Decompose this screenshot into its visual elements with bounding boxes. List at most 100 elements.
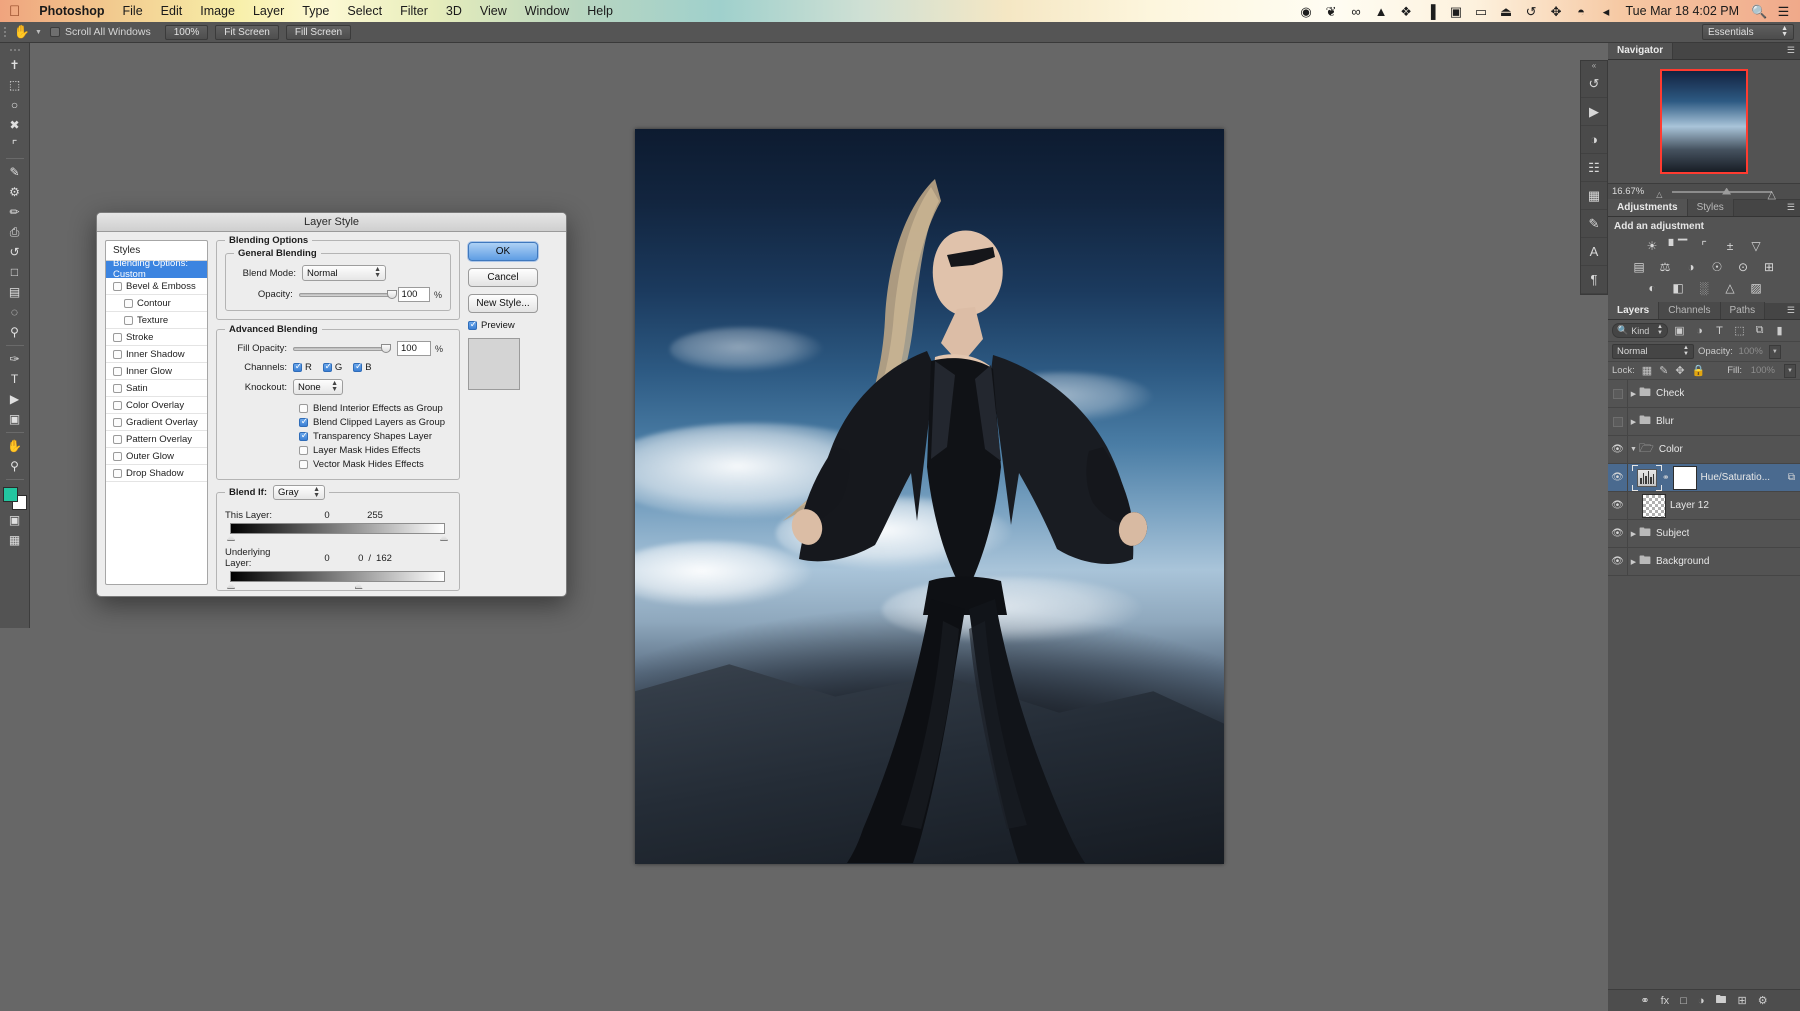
eyedropper-tool[interactable]: ✎ — [1, 162, 29, 182]
menu-item-3d[interactable]: 3D — [437, 0, 471, 22]
style-item-blending-options[interactable]: Blending Options: Custom — [106, 258, 207, 280]
brush-tool[interactable]: ✏ — [1, 202, 29, 222]
opacity-input[interactable]: 100 — [397, 287, 430, 302]
vibrance-icon[interactable]: ▽ — [1747, 237, 1766, 254]
tools-panel-grip[interactable] — [0, 45, 29, 55]
google-drive-icon[interactable]: ▲ — [1374, 5, 1389, 18]
color-swatches[interactable] — [2, 486, 28, 510]
color-lookup-icon[interactable]: ⊞ — [1760, 258, 1779, 275]
style-item-contour[interactable]: Contour — [106, 295, 207, 312]
color-panel-icon[interactable]: ◑ — [1581, 126, 1607, 154]
brightness-contrast-icon[interactable]: ☀ — [1643, 237, 1662, 254]
opacity-slider[interactable] — [298, 289, 397, 301]
style-checkbox[interactable] — [113, 349, 122, 359]
link-layers-icon[interactable]: ⚭ — [1640, 994, 1649, 1007]
clock[interactable]: Tue Mar 18 4:02 PM — [1624, 4, 1741, 18]
preview-checkbox[interactable] — [468, 319, 478, 330]
fit-screen-button[interactable]: Fit Screen — [215, 24, 279, 40]
workspace-selector[interactable]: Essentials ▲ ▼ — [1702, 24, 1794, 40]
selective-color-icon[interactable]: ▨ — [1747, 279, 1766, 296]
style-item-satin[interactable]: Satin — [106, 380, 207, 397]
fill-screen-button[interactable]: Fill Screen — [285, 24, 352, 40]
tab-adjustments[interactable]: Adjustments — [1608, 199, 1688, 216]
opacity-slider-handle[interactable] — [386, 289, 397, 299]
tool-preset-chevron-down-icon[interactable]: ▼ — [35, 29, 42, 36]
layer-visibility-toggle[interactable]: 👁 — [1608, 491, 1628, 520]
pen-tool[interactable]: ✑ — [1, 349, 29, 369]
clipping-link-icon[interactable]: ⚭ — [1662, 472, 1670, 483]
menu-item-photoshop[interactable]: Photoshop — [30, 0, 113, 22]
blend-clipped-layers-checkbox[interactable] — [299, 416, 309, 427]
gradient-map-icon[interactable]: △ — [1721, 279, 1740, 296]
option-blend-clipped-layers[interactable]: Blend Clipped Layers as Group — [299, 415, 451, 429]
clipping-mask-icon[interactable]: ⧉ — [1788, 472, 1795, 483]
style-item-texture[interactable]: Texture — [106, 312, 207, 329]
knockout-select[interactable]: None ▲ ▼ — [293, 379, 343, 395]
chevron-right-icon[interactable]: ▶ — [1628, 530, 1639, 538]
transparency-shapes-layer-checkbox[interactable] — [299, 430, 309, 441]
move-tool[interactable]: ✝ — [1, 55, 29, 75]
layer-name[interactable]: Color — [1659, 444, 1683, 455]
style-item-inner-shadow[interactable]: Inner Shadow — [106, 346, 207, 363]
layer-name[interactable]: Background — [1656, 556, 1709, 567]
wifi-icon[interactable]: ◓ — [1574, 5, 1589, 18]
opacity-chevron-down-icon[interactable]: ▼ — [1768, 344, 1781, 359]
vector-mask-hides-effects-checkbox[interactable] — [299, 459, 308, 469]
menu-item-select[interactable]: Select — [338, 0, 391, 22]
volume-icon[interactable]: ◂ — [1599, 5, 1614, 18]
chevron-right-icon[interactable]: ▶ — [1628, 418, 1639, 426]
option-layer-mask-hides-effects[interactable]: Layer Mask Hides Effects — [299, 443, 451, 457]
channel-mixer-icon[interactable]: ⊙ — [1734, 258, 1753, 275]
option-blend-interior-effects[interactable]: Blend Interior Effects as Group — [299, 401, 451, 415]
zoom-tool[interactable]: ⚲ — [1, 456, 29, 476]
this-layer-white-handle[interactable] — [440, 533, 448, 541]
styles-list[interactable]: Styles Blending Options: Custom Bevel & … — [105, 240, 208, 585]
blend-interior-effects-checkbox[interactable] — [299, 403, 308, 413]
gradient-tool[interactable]: ▤ — [1, 282, 29, 302]
navigator-preview-area[interactable] — [1608, 60, 1800, 183]
underlying-black-handle[interactable] — [227, 581, 235, 589]
underlying-white-value-b[interactable]: 162 — [376, 553, 392, 564]
menu-item-filter[interactable]: Filter — [391, 0, 437, 22]
style-checkbox[interactable] — [113, 383, 122, 393]
layer-name[interactable]: Check — [1656, 388, 1684, 399]
style-checkbox[interactable] — [113, 468, 122, 478]
tab-channels[interactable]: Channels — [1659, 302, 1721, 319]
adjustment-layer-thumbnail[interactable] — [1632, 464, 1662, 491]
equalizer-icon[interactable]: ▐ — [1424, 5, 1439, 18]
channel-g[interactable]: G — [322, 361, 342, 373]
move-icon[interactable]: ✥ — [1549, 5, 1564, 18]
filter-type-icon[interactable]: T — [1711, 322, 1728, 339]
style-item-pattern-overlay[interactable]: Pattern Overlay — [106, 431, 207, 448]
zoom-100-button[interactable]: 100% — [164, 24, 209, 40]
layer-style-dialog[interactable]: Layer Style Styles Blending Options: Cus… — [96, 212, 567, 597]
add-layer-mask-icon[interactable]: □ — [1680, 995, 1687, 1007]
grid-icon[interactable]: ▣ — [1449, 5, 1464, 18]
quick-mask-icon[interactable]: ▣ — [1, 510, 29, 530]
exposure-icon[interactable]: ± — [1721, 237, 1740, 254]
dropbox-icon[interactable]: ❖ — [1399, 5, 1414, 18]
type-tool[interactable]: T — [1, 369, 29, 389]
list-icon[interactable]: ☰ — [1776, 5, 1791, 18]
add-layer-style-icon[interactable]: fx — [1661, 995, 1670, 1007]
blend-mode-select[interactable]: Normal ▲ ▼ — [302, 265, 386, 281]
style-item-color-overlay[interactable]: Color Overlay — [106, 397, 207, 414]
paragraph-panel-icon[interactable]: ¶ — [1581, 266, 1607, 294]
lock-position-icon[interactable]: ✥ — [1675, 364, 1684, 377]
style-checkbox[interactable] — [113, 332, 122, 342]
swatches-panel-icon[interactable]: ▦ — [1581, 182, 1607, 210]
style-item-inner-glow[interactable]: Inner Glow — [106, 363, 207, 380]
layer-visibility-toggle[interactable]: 👁 — [1608, 435, 1628, 464]
layer-mask-thumbnail[interactable] — [1672, 465, 1697, 490]
blur-tool[interactable]: ◌ — [1, 302, 29, 322]
layer-visibility-toggle[interactable] — [1608, 407, 1628, 436]
this-layer-gradient-bar[interactable] — [227, 523, 448, 541]
screen-mode-icon[interactable]: ▦ — [1, 530, 29, 550]
apple-logo-icon[interactable]:  — [9, 4, 20, 19]
dodge-tool[interactable]: ⚲ — [1, 322, 29, 342]
lock-transparency-icon[interactable]: ▦ — [1642, 364, 1652, 377]
blend-if-channel-select[interactable]: Gray ▲ ▼ — [273, 485, 325, 500]
this-layer-black-handle[interactable] — [227, 533, 235, 541]
adjustments-panel-menu-icon[interactable]: ☰ — [1787, 199, 1800, 216]
airplay-icon[interactable]: ▭ — [1474, 5, 1489, 18]
